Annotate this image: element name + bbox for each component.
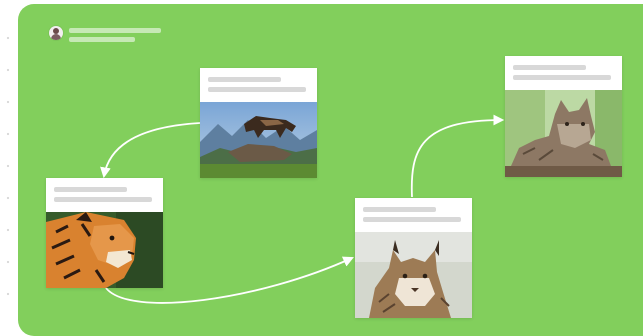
placeholder-line [363, 207, 436, 212]
placeholder-line [513, 75, 612, 80]
node-card-tiger[interactable] [46, 178, 163, 288]
wolf-on-rock-photo [200, 102, 317, 178]
node-card-lynx[interactable] [355, 198, 472, 318]
header-placeholder-text [69, 26, 161, 42]
card-text-placeholder [355, 198, 472, 232]
board-header [49, 26, 161, 42]
placeholder-line [363, 217, 462, 222]
tiger-portrait-photo [46, 212, 163, 288]
placeholder-line [208, 77, 281, 82]
maine-coon-cat-photo [505, 90, 622, 177]
placeholder-line [54, 197, 153, 202]
placeholder-line [513, 65, 586, 70]
header-placeholder-line [69, 37, 135, 42]
placeholder-line [54, 187, 127, 192]
header-placeholder-line [69, 28, 161, 33]
placeholder-line [208, 87, 307, 92]
canvas-dot-rail [6, 22, 10, 322]
user-avatar-icon[interactable] [49, 26, 63, 40]
node-card-wolf[interactable] [200, 68, 317, 178]
lynx-portrait-photo [355, 232, 472, 318]
card-text-placeholder [505, 56, 622, 90]
card-text-placeholder [46, 178, 163, 212]
node-card-maine-coon[interactable] [505, 56, 622, 177]
card-text-placeholder [200, 68, 317, 102]
